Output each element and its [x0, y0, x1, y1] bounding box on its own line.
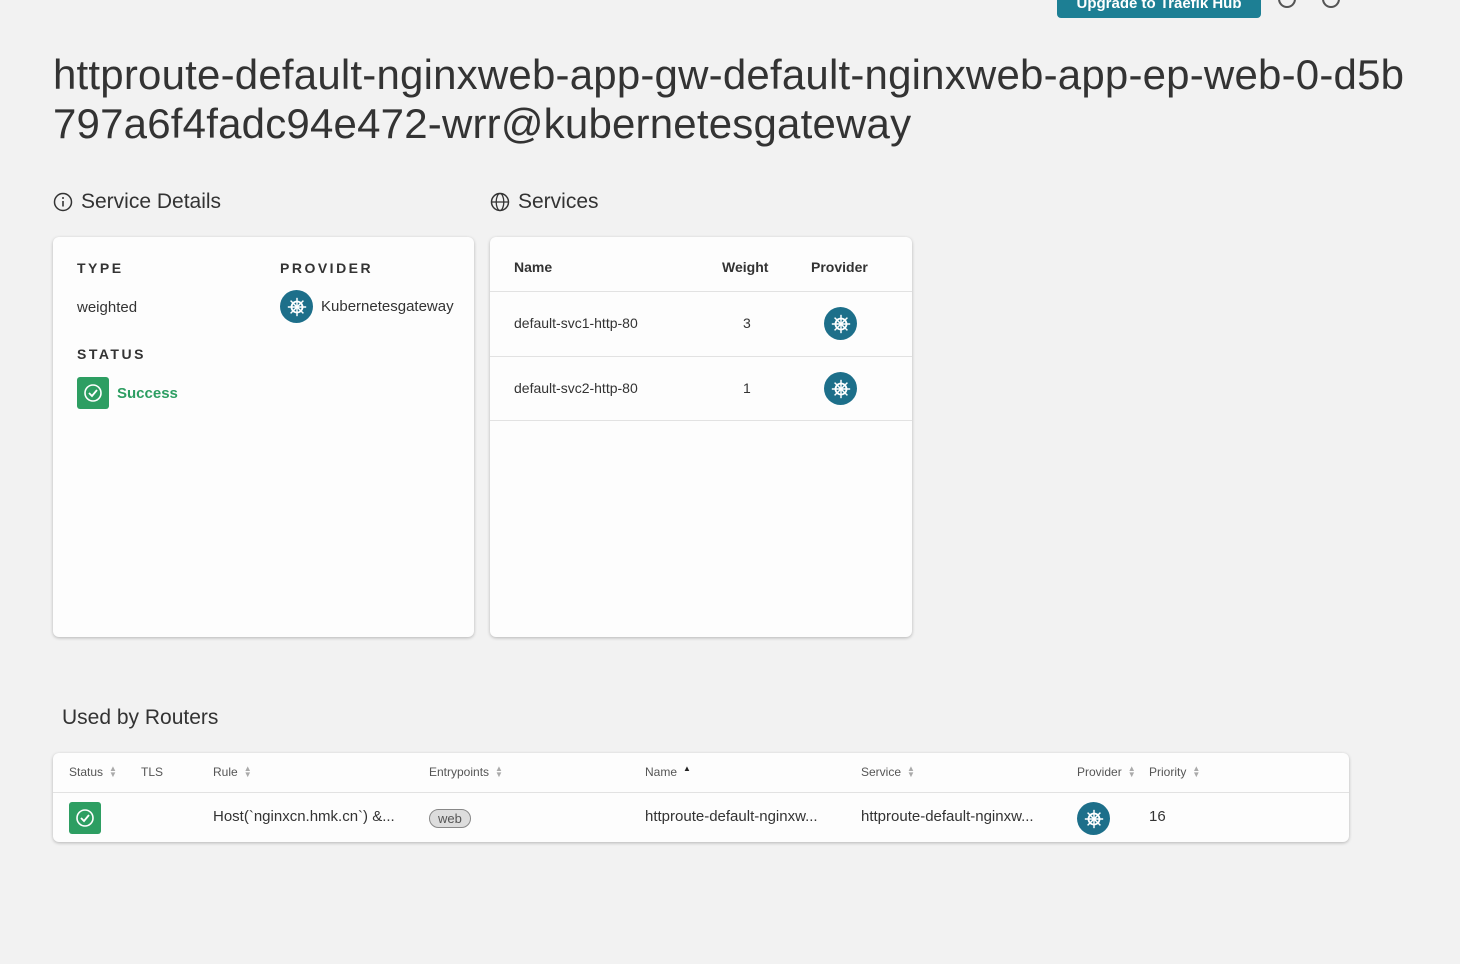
router-rule: Host(`nginxcn.hmk.cn`) &...: [213, 808, 395, 825]
services-card: Name Weight Provider default-svc1-http-8…: [490, 237, 912, 637]
sort-icon: ▲ ▼: [109, 764, 117, 779]
provider-label: PROVIDER: [280, 260, 374, 276]
routers-heading: Used by Routers: [62, 706, 219, 729]
router-name: httproute-default-nginxw...: [645, 808, 818, 825]
info-icon: [53, 192, 73, 212]
service-details-heading: Service Details: [53, 190, 221, 214]
services-col-provider: Provider: [811, 259, 868, 275]
kubernetes-icon: [1077, 802, 1110, 835]
page-title: httproute-default-nginxweb-app-gw-defaul…: [53, 51, 1405, 147]
services-heading: Services: [490, 190, 599, 214]
table-row[interactable]: default-svc1-http-80 3: [490, 291, 912, 356]
routers-table-header: Status▲▼ TLS Rule▲▼ Entrypoints▲▼ Name▲▼…: [53, 753, 1349, 793]
sort-icon: ▲ ▼: [1127, 764, 1136, 779]
routers-table: Status▲▼ TLS Rule▲▼ Entrypoints▲▼ Name▲▼…: [53, 753, 1349, 842]
col-rule[interactable]: Rule ▲ ▼: [213, 764, 252, 780]
service-weight: 3: [743, 315, 751, 331]
sort-icon: ▲ ▼: [495, 764, 503, 779]
provider-info: Kubernetesgateway: [280, 290, 454, 323]
success-icon: [77, 377, 109, 409]
services-title: Services: [518, 190, 599, 213]
sort-icon: ▲ ▼: [1192, 764, 1201, 779]
sort-asc-icon: ▲▼: [683, 764, 691, 773]
services-col-name: Name: [514, 259, 553, 275]
help-icon[interactable]: [1322, 0, 1340, 8]
type-value: weighted: [77, 299, 138, 316]
sort-icon: ▲ ▼: [907, 764, 915, 779]
table-row[interactable]: Host(`nginxcn.hmk.cn`) &... web httprout…: [53, 794, 1349, 842]
service-name: default-svc2-http-80: [514, 380, 638, 396]
entrypoint-chip: web: [429, 809, 471, 828]
status-value: Success: [117, 385, 178, 402]
table-row[interactable]: default-svc2-http-80 1: [490, 356, 912, 421]
col-status[interactable]: Status ▲ ▼: [69, 764, 117, 780]
success-icon: [69, 802, 101, 834]
col-provider[interactable]: Provider ▲ ▼: [1077, 764, 1136, 780]
kubernetes-icon: [824, 307, 857, 340]
col-entrypoints[interactable]: Entrypoints ▲ ▼: [429, 764, 503, 780]
col-name[interactable]: Name▲▼: [645, 764, 691, 780]
upgrade-button[interactable]: Upgrade to Traefik Hub: [1057, 0, 1261, 18]
router-priority: 16: [1149, 808, 1166, 825]
service-weight: 1: [743, 380, 751, 396]
kubernetes-icon: [824, 372, 857, 405]
globe-icon: [490, 192, 510, 212]
type-label: TYPE: [77, 260, 124, 276]
services-col-weight: Weight: [722, 259, 769, 275]
col-service[interactable]: Service ▲ ▼: [861, 764, 915, 780]
router-service: httproute-default-nginxw...: [861, 808, 1034, 825]
col-tls: TLS: [141, 765, 164, 779]
status-label: STATUS: [77, 346, 146, 362]
sort-icon: ▲ ▼: [243, 764, 252, 779]
service-details-title: Service Details: [81, 190, 222, 213]
theme-toggle-icon[interactable]: [1278, 0, 1296, 8]
provider-value: Kubernetesgateway: [321, 298, 454, 315]
service-details-card: TYPE weighted PROVIDER Kubernetesgateway…: [53, 237, 474, 637]
col-priority[interactable]: Priority ▲ ▼: [1149, 764, 1201, 780]
kubernetes-icon: [280, 290, 313, 323]
service-name: default-svc1-http-80: [514, 315, 638, 331]
